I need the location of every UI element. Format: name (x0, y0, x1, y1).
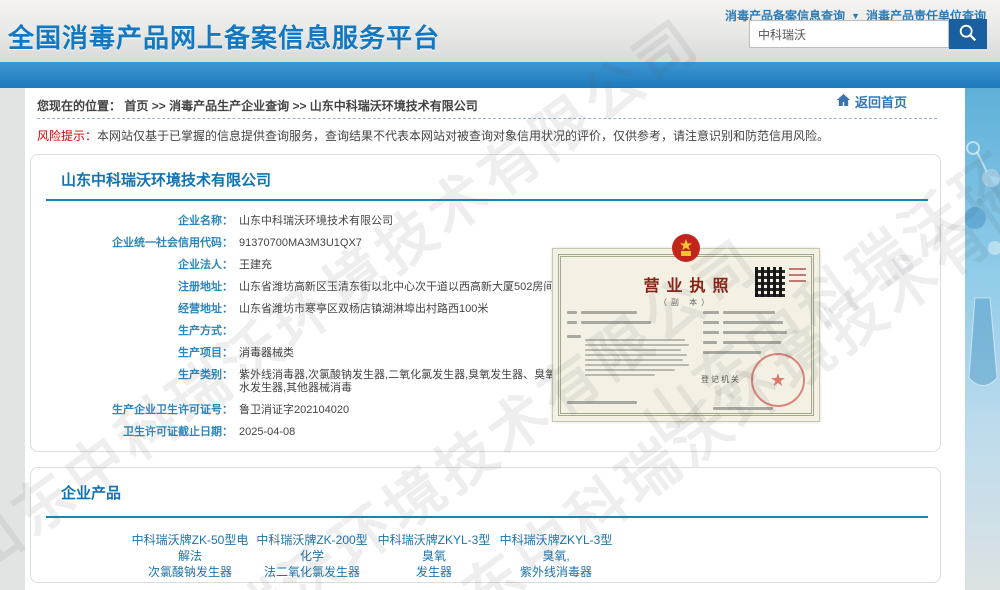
company-field-value: 山东省潍坊市寒亭区双杨店镇湖淋埠出村路西100米 (239, 303, 567, 316)
content-wrapper: 您现在的位置： 首页 >> 消毒产品生产企业查询 >> 山东中科瑞沃环境技术有限… (25, 88, 965, 590)
license-field-value-line (585, 374, 655, 376)
breadcrumb-category-link[interactable]: 消毒产品生产企业查询 (169, 99, 289, 113)
company-field-value: 山东中科瑞沃环境技术有限公司 (239, 215, 567, 228)
company-field-row: 企业名称： 山东中科瑞沃环境技术有限公司 (31, 215, 579, 228)
product-link[interactable]: 中科瑞沃牌ZKYL-3型臭氧 发生器 (373, 532, 495, 580)
breadcrumb-separator: >> (152, 99, 166, 113)
risk-notice-label: 风险提示： (37, 129, 97, 143)
company-field-row: 注册地址： 山东省潍坊高新区玉清东街以北中心次干道以西高新大厦502房间 (31, 281, 579, 294)
main-navbar (0, 62, 1000, 88)
national-emblem-icon (671, 233, 701, 268)
license-field-value-line (585, 364, 689, 366)
license-qr-caption (789, 268, 806, 286)
company-field-value: 2025-04-08 (239, 426, 567, 439)
products-panel: 企业产品 中科瑞沃牌ZK-50型电解法 次氯酸钠发生器中科瑞沃牌ZK-200型化… (30, 467, 941, 583)
license-field-value-line (581, 321, 651, 324)
breadcrumb-home-link[interactable]: 首页 (124, 99, 148, 113)
page-header: 全国消毒产品网上备案信息服务平台 消毒产品备案信息查询 ▼ 消毒产品责任单位查询 (0, 0, 1000, 62)
company-field-label: 生产方式： (31, 325, 233, 338)
molecule-flask-illustration (965, 88, 1000, 468)
company-field-row: 生产类别：紫外线消毒器,次氯酸钠发生器,二氧化氯发生器,臭氧发生器、臭氧水发生器… (31, 369, 579, 395)
breadcrumb-separator: >> (292, 99, 306, 113)
license-field-value-line (585, 349, 681, 351)
license-field-value-line (585, 344, 689, 346)
return-home-label: 返回首页 (855, 92, 907, 111)
company-info-panel: 山东中科瑞沃环境技术有限公司 企业名称：山东中科瑞沃环境技术有限公司企业统一社会… (30, 154, 941, 452)
company-field-value (239, 325, 567, 338)
license-subtitle: （副 本） (553, 297, 819, 308)
company-field-value: 紫外线消毒器,次氯酸钠发生器,二氧化氯发生器,臭氧发生器、臭氧水发生器,其他器械… (239, 369, 567, 395)
home-icon (835, 92, 852, 111)
license-red-seal: ★ (751, 353, 805, 407)
license-field-value-line (703, 351, 761, 354)
risk-notice: 风险提示：本网站仅基于已掌握的信息提供查询服务，查询结果不代表本网站对被查询对象… (37, 127, 953, 144)
company-field-row: 卫生许可证截止日期： 2025-04-08 (31, 426, 579, 439)
license-field-label-line (703, 311, 719, 314)
product-link[interactable]: 中科瑞沃牌ZKYL-3型臭氧, 紫外线消毒器 (495, 532, 617, 580)
search-button[interactable] (949, 19, 987, 49)
license-field-value-line (585, 354, 687, 356)
products-underline (46, 516, 928, 518)
product-link[interactable]: 中科瑞沃牌ZK-50型电解法 次氯酸钠发生器 (129, 532, 251, 580)
company-field-row: 经营地址： 山东省潍坊市寒亭区双杨店镇湖淋埠出村路西100米 (31, 303, 579, 316)
business-license-image: 营业执照 （副 本） 登记机关 ★ (552, 248, 820, 422)
company-field-label: 企业法人： (31, 259, 233, 272)
license-field-label-line (567, 321, 577, 324)
site-title: 全国消毒产品网上备案信息服务平台 (8, 18, 440, 55)
license-field-value-line (567, 401, 637, 404)
license-field-label-line (703, 331, 719, 334)
license-field-value-line (581, 311, 637, 314)
company-field-label: 生产类别： (31, 369, 233, 395)
products-row: 中科瑞沃牌ZK-50型电解法 次氯酸钠发生器中科瑞沃牌ZK-200型化学 法二氧… (129, 532, 617, 580)
license-field-label-line (703, 321, 719, 324)
products-title: 企业产品 (61, 482, 121, 503)
breadcrumb-current: 山东中科瑞沃环境技术有限公司 (310, 99, 478, 113)
breadcrumb-label: 您现在的位置： (37, 99, 121, 113)
company-field-label: 企业统一社会信用代码： (31, 237, 233, 250)
risk-notice-text: 本网站仅基于已掌握的信息提供查询服务，查询结果不代表本网站对被查询对象信用状况的… (97, 129, 829, 143)
license-field-value-line (713, 407, 773, 410)
license-field-value-line (585, 369, 675, 371)
search-icon (957, 22, 979, 47)
license-field-value-line (723, 321, 783, 324)
product-link[interactable]: 中科瑞沃牌ZK-200型化学 法二氧化氯发生器 (251, 532, 373, 580)
license-field-value-line (723, 331, 787, 334)
license-field-label-line (567, 335, 581, 338)
company-field-row: 企业法人： 王建充 (31, 259, 579, 272)
company-field-row: 生产项目： 消毒器械类 (31, 347, 579, 360)
license-field-value-line (723, 311, 775, 314)
license-qr-code (755, 267, 785, 297)
license-field-value-line (585, 359, 683, 361)
company-field-label: 注册地址： (31, 281, 233, 294)
company-field-label: 经营地址： (31, 303, 233, 316)
company-field-label: 生产项目： (31, 347, 233, 360)
company-field-label: 卫生许可证截止日期： (31, 426, 233, 439)
company-field-label: 企业名称： (31, 215, 233, 228)
company-field-label: 生产企业卫生许可证号： (31, 404, 233, 417)
side-background-decor (965, 88, 1000, 590)
company-fields: 企业名称： 山东中科瑞沃环境技术有限公司企业统一社会信用代码： 91370700MA… (31, 215, 579, 448)
company-field-row: 生产方式： (31, 325, 579, 338)
company-field-row: 生产企业卫生许可证号： 鲁卫消证字202104020 (31, 404, 579, 417)
license-field-label-line (567, 311, 577, 314)
chevron-down-icon[interactable]: ▼ (851, 11, 860, 21)
license-issuer-label: 登记机关 (701, 374, 741, 385)
title-underline (46, 199, 928, 201)
company-field-value: 鲁卫消证字202104020 (239, 404, 567, 417)
dashed-divider (37, 118, 937, 119)
search-bar (749, 20, 987, 49)
breadcrumb: 您现在的位置： 首页 >> 消毒产品生产企业查询 >> 山东中科瑞沃环境技术有限… (37, 97, 478, 114)
return-home-link[interactable]: 返回首页 (835, 92, 907, 111)
license-field-value-line (723, 341, 781, 344)
company-field-value: 山东省潍坊高新区玉清东街以北中心次干道以西高新大厦502房间 (239, 281, 567, 294)
search-input[interactable] (749, 20, 949, 48)
license-field-value-line (585, 339, 685, 341)
company-field-value: 消毒器械类 (239, 347, 567, 360)
company-field-row: 企业统一社会信用代码： 91370700MA3M3U1QX7 (31, 237, 579, 250)
company-field-value: 王建充 (239, 259, 567, 272)
license-field-label-line (703, 341, 717, 344)
company-title: 山东中科瑞沃环境技术有限公司 (61, 169, 271, 190)
company-field-value: 91370700MA3M3U1QX7 (239, 237, 567, 250)
